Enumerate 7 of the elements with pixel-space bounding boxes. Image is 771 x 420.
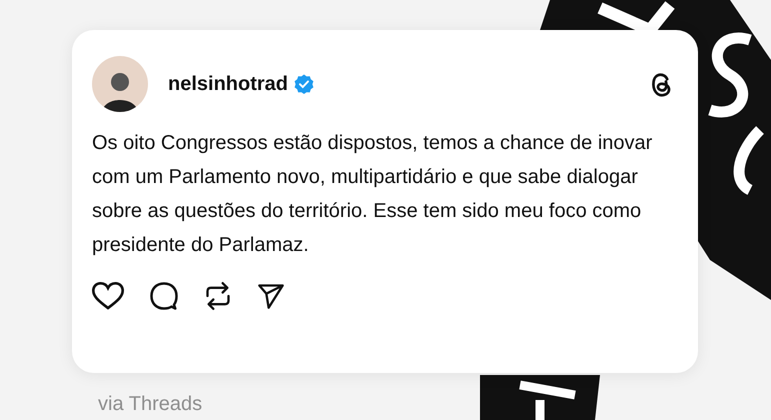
repost-icon[interactable] xyxy=(204,280,232,312)
source-caption: via Threads xyxy=(98,392,202,417)
comment-icon[interactable] xyxy=(149,281,179,311)
post-text: Os oito Congressos estão dispostos, temos a chance de inovar com um Parlamento novo, multipartidário e que sabe dialogar sobre as questões do território. Esse tem sido meu foco como presidente do Parlamaz. xyxy=(92,131,654,258)
heart-icon[interactable] xyxy=(92,281,124,311)
send-icon[interactable] xyxy=(257,282,285,310)
username[interactable]: nelsinhotrad xyxy=(168,69,288,99)
